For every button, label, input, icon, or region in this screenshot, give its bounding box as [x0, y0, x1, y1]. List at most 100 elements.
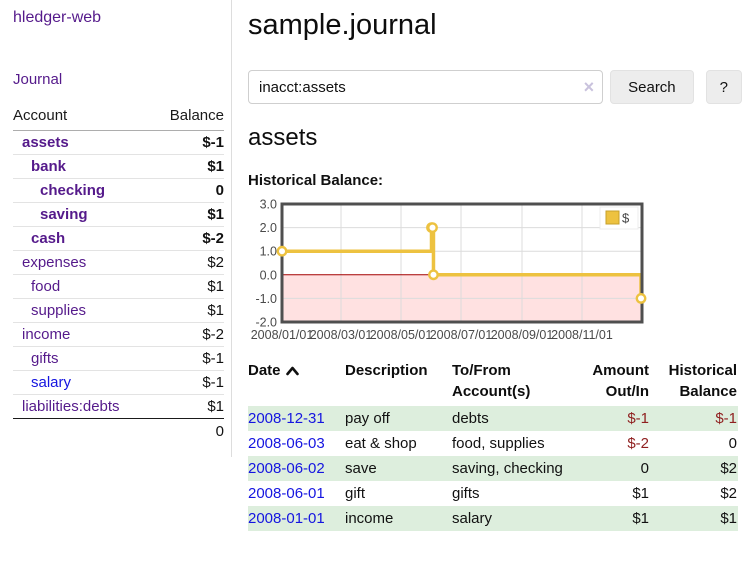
register-header-balance: Historical Balance: [650, 358, 738, 406]
x-axis-tick-label: 2008/07/01: [430, 328, 493, 342]
y-axis-tick-label: 0.0: [260, 268, 277, 282]
account-balance: $1: [153, 275, 224, 299]
transaction-accounts: debts: [452, 406, 574, 431]
chart-canvas: $3.02.01.00.0-1.0-2.02008/01/012008/03/0…: [248, 196, 690, 346]
search-button[interactable]: Search: [610, 70, 694, 104]
transaction-date-link[interactable]: 2008-06-02: [248, 460, 325, 477]
account-balance: $-1: [153, 371, 224, 395]
account-link[interactable]: income: [22, 326, 70, 343]
account-link[interactable]: food: [31, 278, 60, 295]
transaction-accounts: salary: [452, 506, 574, 531]
transaction-description: save: [345, 456, 452, 481]
transaction-row: 2008-12-31pay offdebts$-1$-1: [248, 406, 738, 431]
chart-data-point[interactable]: [429, 271, 437, 279]
account-balance: $1: [153, 395, 224, 419]
transaction-date-link[interactable]: 2008-06-03: [248, 435, 325, 452]
legend-label: $: [622, 211, 630, 226]
accounts-total-spacer: [13, 419, 153, 444]
historical-balance-chart: $3.02.01.00.0-1.0-2.02008/01/012008/03/0…: [248, 196, 742, 346]
x-axis-tick-label: 2008/09/01: [491, 328, 554, 342]
account-balance: $-2: [153, 323, 224, 347]
accounts-total-value: 0: [153, 419, 224, 444]
page-title: sample.journal: [248, 8, 742, 42]
transaction-balance: $-1: [650, 406, 738, 431]
account-link[interactable]: supplies: [31, 302, 86, 319]
accounts-table: Account Balance assets$-1bank$1checking0…: [13, 105, 224, 443]
search-box: ×: [248, 70, 603, 104]
transaction-accounts: saving, checking: [452, 456, 574, 481]
search-input[interactable]: [248, 70, 603, 104]
x-axis-tick-label: 2008/01/01: [251, 328, 314, 342]
y-axis-tick-label: 2.0: [260, 221, 277, 235]
transaction-row: 2008-06-03eat & shopfood, supplies$-20: [248, 431, 738, 456]
sort-ascending-icon[interactable]: [286, 366, 299, 376]
transaction-balance: 0: [650, 431, 738, 456]
transaction-amount: $1: [574, 506, 650, 531]
account-row: income $-2: [13, 323, 224, 347]
transaction-row: 2008-06-01 giftgifts$1$2: [248, 481, 738, 506]
x-axis-tick-label: 2008/03/01: [310, 328, 373, 342]
y-axis-tick-label: 1.0: [260, 245, 277, 259]
chart-title: Historical Balance:: [248, 172, 742, 189]
account-row: checking 0: [13, 179, 224, 203]
register-header-row: Date Description To/From Account(s) Amou…: [248, 358, 738, 406]
transaction-date-link[interactable]: 2008-06-01: [248, 485, 325, 502]
account-row: saving $1: [13, 203, 224, 227]
transaction-date-link[interactable]: 2008-01-01: [248, 510, 325, 527]
account-link[interactable]: saving: [40, 206, 88, 223]
sidebar-item-journal[interactable]: Journal: [13, 71, 224, 89]
account-balance: 0: [153, 179, 224, 203]
search-row: × Search ?: [248, 70, 742, 104]
transaction-date-link[interactable]: 2008-12-31: [248, 410, 325, 427]
chart-data-point[interactable]: [278, 247, 286, 255]
transaction-amount: $-2: [574, 431, 650, 456]
account-link[interactable]: cash: [31, 230, 65, 247]
transaction-description: income: [345, 506, 452, 531]
y-axis-tick-label: -1.0: [255, 292, 277, 306]
account-balance: $-2: [153, 227, 224, 251]
transaction-description: gift: [345, 481, 452, 506]
register-header-amount: Amount Out/In: [574, 358, 650, 406]
account-row: expenses $2: [13, 251, 224, 275]
brand-link[interactable]: hledger-web: [13, 9, 224, 27]
transaction-row: 2008-06-02savesaving, checking0$2: [248, 456, 738, 481]
transaction-accounts: gifts: [452, 481, 574, 506]
account-row: liabilities:debts $1: [13, 395, 224, 419]
transaction-balance: $1: [650, 506, 738, 531]
transaction-amount: $1: [574, 481, 650, 506]
help-button[interactable]: ?: [706, 70, 742, 104]
register-table: Date Description To/From Account(s) Amou…: [248, 358, 738, 531]
account-balance: $2: [153, 251, 224, 275]
account-link[interactable]: bank: [31, 158, 66, 175]
transaction-amount: 0: [574, 456, 650, 481]
account-balance: $1: [153, 203, 224, 227]
account-heading: assets: [248, 124, 742, 152]
account-link[interactable]: assets: [22, 134, 69, 151]
account-link[interactable]: checking: [40, 182, 105, 199]
account-balance: $1: [153, 155, 224, 179]
transaction-description: eat & shop: [345, 431, 452, 456]
transaction-row: 2008-01-01incomesalary$1$1: [248, 506, 738, 531]
account-link[interactable]: salary: [31, 374, 71, 391]
transaction-balance: $2: [650, 481, 738, 506]
chart-data-point[interactable]: [428, 223, 436, 231]
account-row: salary $-1: [13, 371, 224, 395]
account-link[interactable]: expenses: [22, 254, 86, 271]
sidebar: hledger-web Journal Account Balance asse…: [0, 0, 232, 457]
transaction-description: pay off: [345, 406, 452, 431]
account-row: food $1: [13, 275, 224, 299]
accounts-header-row: Account Balance: [13, 105, 224, 131]
account-row: cash $-2: [13, 227, 224, 251]
register-header-date[interactable]: Date: [248, 358, 345, 406]
x-axis-tick-label: 2008/11/01: [551, 328, 613, 342]
chart-data-point[interactable]: [637, 294, 645, 302]
y-axis-tick-label: 3.0: [260, 198, 277, 212]
account-link[interactable]: liabilities:debts: [22, 398, 120, 415]
clear-search-icon[interactable]: ×: [584, 78, 595, 96]
account-link[interactable]: gifts: [31, 350, 59, 367]
accounts-header-balance: Balance: [153, 105, 224, 131]
account-balance: $1: [153, 299, 224, 323]
main-content: sample.journal × Search ? assets Histori…: [248, 0, 742, 531]
register-header-description: Description: [345, 358, 452, 406]
account-row: assets$-1: [13, 131, 224, 155]
